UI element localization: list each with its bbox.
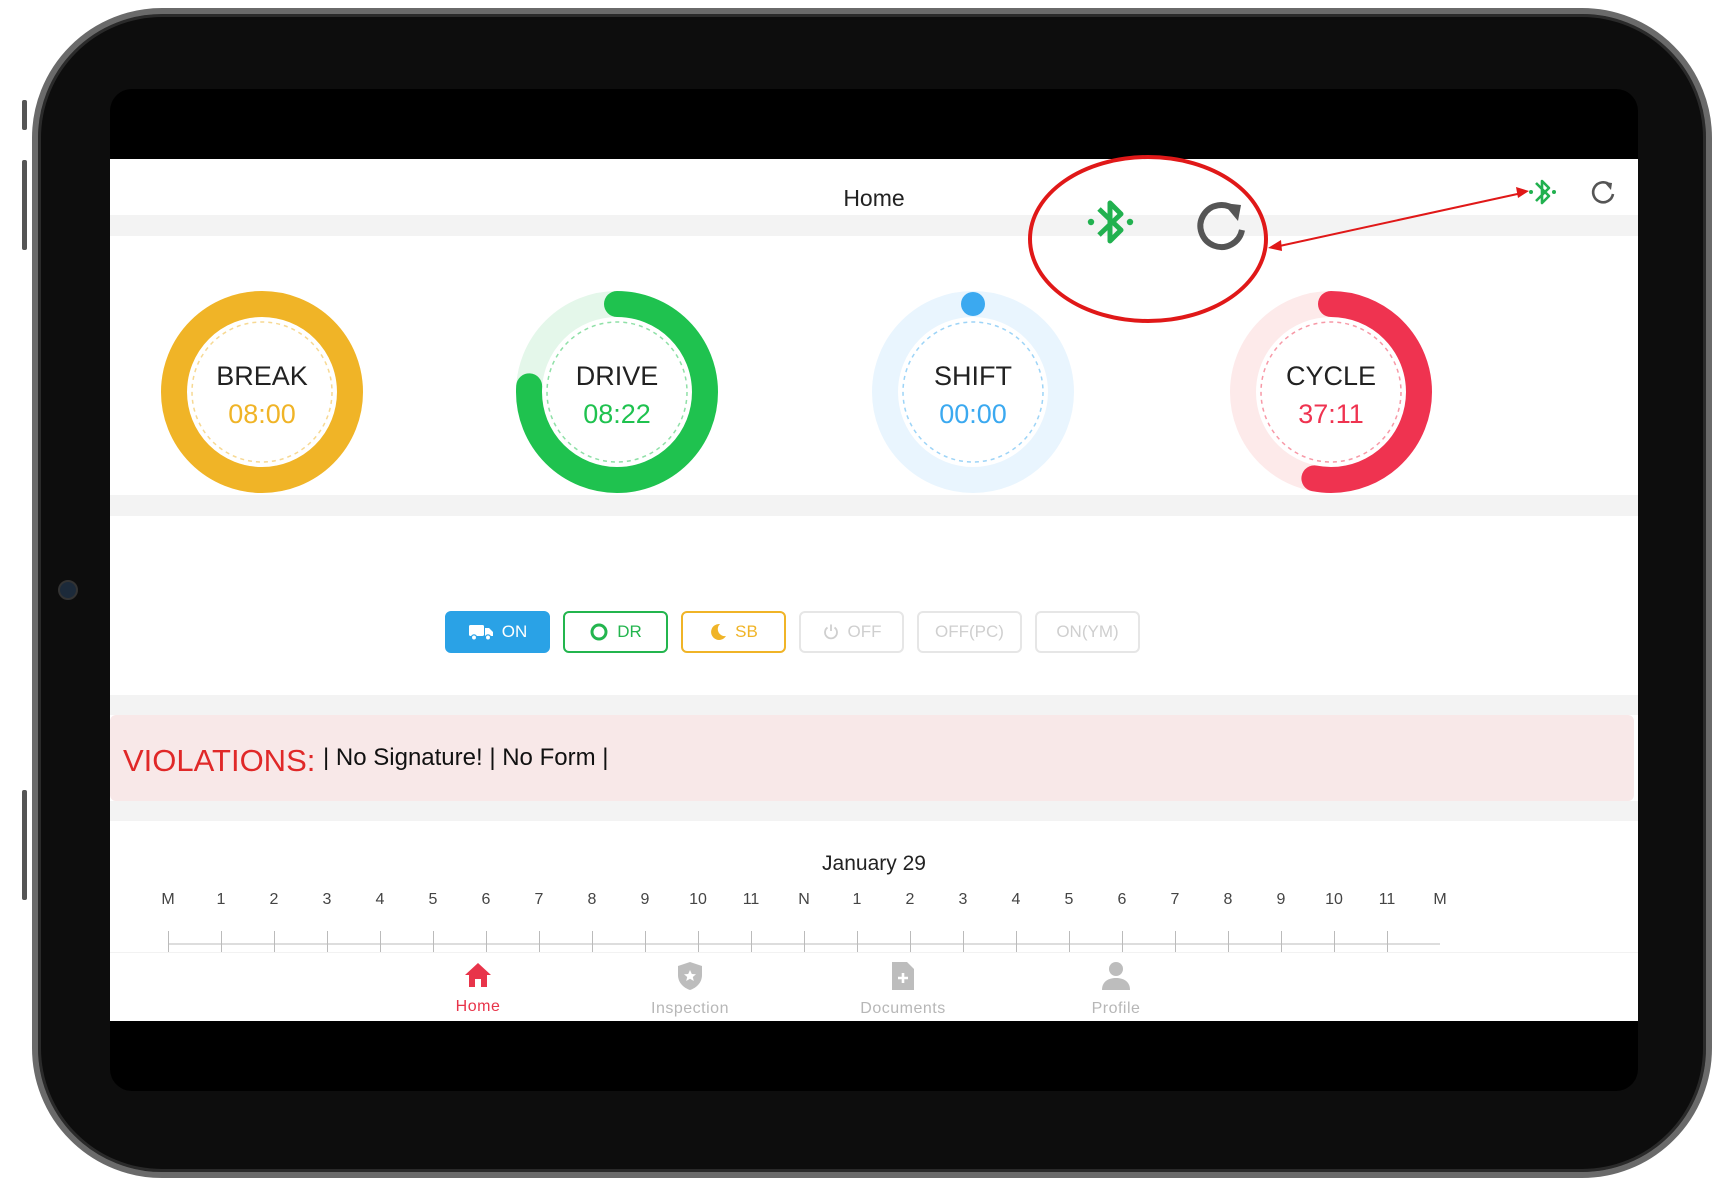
annotation-arrow <box>1268 187 1529 251</box>
bluetooth-icon-enlarged <box>1087 200 1134 244</box>
refresh-icon-enlarged <box>1197 202 1245 250</box>
